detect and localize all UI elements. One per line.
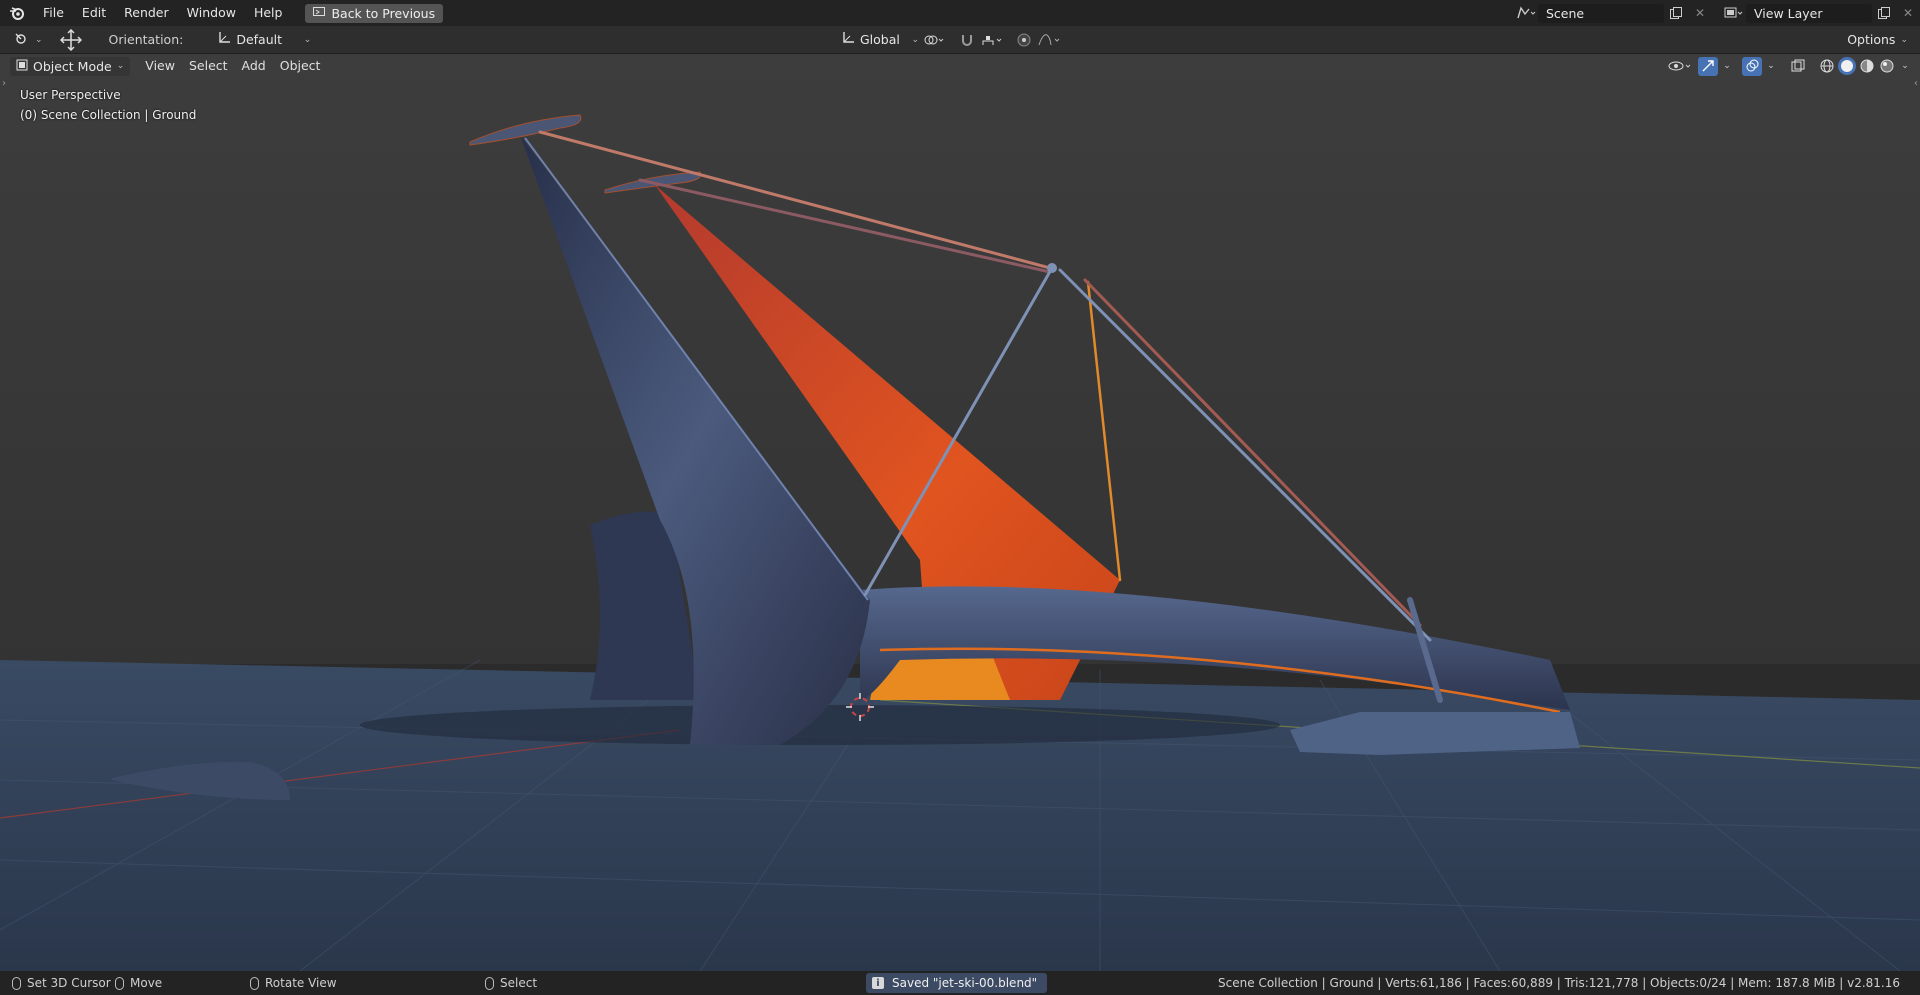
pivot-point-icon[interactable]: [920, 30, 950, 49]
scene-selector-icon[interactable]: [1514, 4, 1538, 23]
options-dropdown[interactable]: Options ⌄: [1841, 30, 1914, 49]
view-layer-name: View Layer: [1754, 5, 1823, 21]
menu-edit[interactable]: Edit: [73, 0, 115, 26]
viewport-menu-view[interactable]: View: [138, 56, 182, 76]
hint-set-3d-cursor: Set 3D Cursor: [12, 976, 111, 990]
overlay-dropdown-icon[interactable]: ⌄: [1764, 57, 1778, 76]
viewport-header-right: ⌄ ⌄ ⌄: [1666, 54, 1920, 78]
xray-toggle-icon[interactable]: [1786, 57, 1810, 76]
orientation-axes-icon: [217, 31, 231, 48]
snap-toggle-icon[interactable]: [955, 30, 979, 49]
viewport-menu-add[interactable]: Add: [235, 56, 273, 76]
3d-viewport-icon: [14, 31, 30, 48]
rendered-shading-icon[interactable]: [1878, 57, 1896, 75]
view-layer-icon[interactable]: [1722, 4, 1746, 23]
remove-view-layer-icon[interactable]: ✕: [1896, 4, 1920, 23]
menu-help[interactable]: Help: [245, 0, 292, 26]
chevron-down-icon: ⌄: [303, 34, 312, 45]
menu-window[interactable]: Window: [178, 0, 245, 26]
saved-message: Saved "jet-ski-00.blend": [892, 976, 1038, 990]
orientation-value: Default: [236, 32, 283, 47]
save-report[interactable]: i Saved "jet-ski-00.blend": [866, 973, 1048, 993]
chevron-down-icon: ⌄: [911, 34, 919, 45]
3d-viewport[interactable]: User Perspective (0) Scene Collection | …: [0, 54, 1920, 971]
blender-logo-icon[interactable]: [0, 0, 34, 26]
hint-rotate-view-label: Rotate View: [265, 976, 337, 990]
object-mode-icon: [16, 59, 28, 74]
new-view-layer-icon[interactable]: [1872, 4, 1896, 23]
back-to-previous-label: Back to Previous: [331, 5, 436, 21]
transform-space-value: Global: [860, 32, 900, 47]
shading-dropdown-icon[interactable]: ⌄: [1898, 57, 1912, 76]
hint-move-label: Move: [130, 976, 163, 990]
mode-value: Object Mode: [33, 58, 112, 74]
viewport-collection-label: (0) Scene Collection | Ground: [20, 108, 197, 122]
viewport-header: Object Mode ⌄ View Select Add Object: [0, 54, 1920, 78]
scene-name: Scene: [1546, 5, 1585, 21]
new-scene-icon[interactable]: [1664, 4, 1688, 23]
hint-select-label: Select: [500, 976, 538, 990]
mouse-left-icon: [12, 976, 21, 990]
viewport-menu-select[interactable]: Select: [182, 56, 235, 76]
scene-field[interactable]: Scene: [1538, 3, 1664, 23]
topbar-right: Scene ✕ View Layer ✕: [1514, 0, 1920, 26]
hint-move: Move: [115, 976, 162, 990]
hint-rotate-view: Rotate View: [250, 976, 337, 990]
scene-statistics: Scene Collection | Ground | Verts:61,186…: [1218, 976, 1900, 990]
info-icon: i: [872, 977, 884, 989]
status-bar: Set 3D Cursor Move Rotate View Select i …: [0, 971, 1920, 995]
viewport-menu-object[interactable]: Object: [273, 56, 328, 76]
orientation-label: Orientation:: [108, 32, 184, 47]
mode-dropdown[interactable]: Object Mode ⌄: [10, 56, 131, 76]
chevron-down-icon: ⌄: [1900, 34, 1908, 45]
snap-target-icon[interactable]: [978, 30, 1008, 49]
viewport-perspective-label: User Perspective: [20, 88, 121, 102]
move-tool-icon[interactable]: [59, 28, 83, 51]
chevron-down-icon: ⌄: [35, 34, 43, 45]
falloff-curve-icon[interactable]: [1035, 30, 1065, 49]
solid-shading-icon[interactable]: [1838, 57, 1856, 75]
left-panel-toggle-icon[interactable]: ›: [2, 78, 6, 89]
orientation-dropdown[interactable]: Default ⌄: [211, 30, 318, 49]
hint-set-3d-cursor-label: Set 3D Cursor: [27, 976, 111, 990]
top-bar: File Edit Render Window Help Back to Pre…: [0, 0, 1920, 26]
menu-file[interactable]: File: [34, 0, 73, 26]
remove-scene-icon[interactable]: ✕: [1688, 4, 1712, 23]
proportional-editing-icon[interactable]: [1012, 30, 1036, 49]
right-panel-toggle-icon[interactable]: ‹: [1914, 78, 1918, 89]
mouse-middle-icon: [250, 976, 259, 990]
visibility-icon[interactable]: [1666, 57, 1696, 76]
tool-settings-bar: ⌄ Orientation: Default ⌄ Global ⌄ Option…: [0, 26, 1920, 54]
mouse-right-icon: [485, 976, 494, 990]
chevron-down-icon: ⌄: [116, 61, 125, 71]
global-axes-icon: [841, 31, 855, 48]
screen-icon: [313, 6, 326, 21]
options-label: Options: [1847, 32, 1896, 47]
overlay-toggle-icon[interactable]: [1742, 56, 1762, 76]
wireframe-shading-icon[interactable]: [1818, 57, 1836, 75]
material-shading-icon[interactable]: [1858, 57, 1876, 75]
viewport-scene: [0, 54, 1920, 971]
transform-orientation-dropdown[interactable]: Global ⌄: [835, 30, 925, 49]
gizmo-toggle-icon[interactable]: [1698, 56, 1718, 76]
gizmo-dropdown-icon[interactable]: ⌄: [1720, 57, 1734, 76]
mouse-drag-icon: [115, 976, 124, 990]
editor-type-dropdown[interactable]: ⌄: [8, 30, 49, 49]
view-layer-field[interactable]: View Layer: [1746, 3, 1872, 23]
back-to-previous-button[interactable]: Back to Previous: [305, 3, 444, 23]
hint-select: Select: [485, 976, 537, 990]
menu-render[interactable]: Render: [115, 0, 178, 26]
